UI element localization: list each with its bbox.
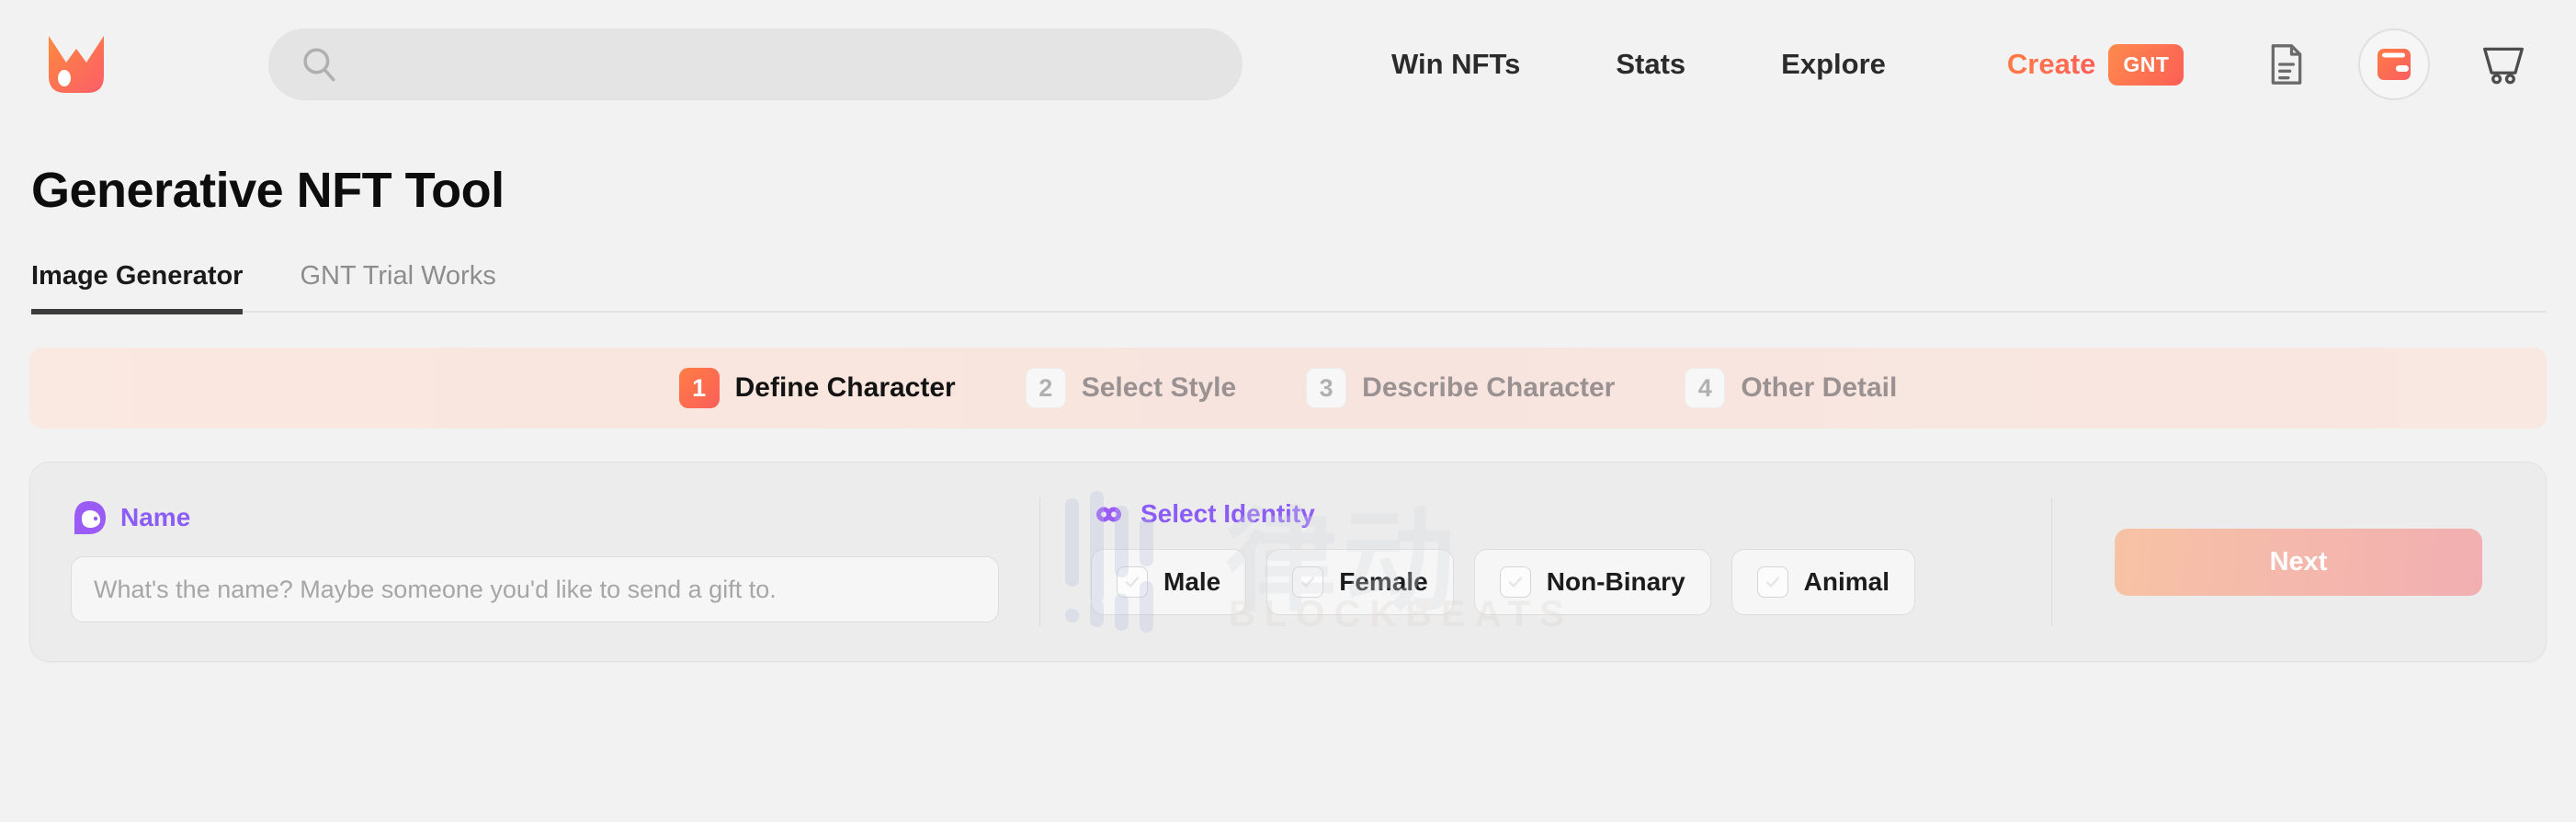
next-button[interactable]: Next [2115, 528, 2482, 596]
step-2-number: 2 [1025, 368, 1066, 408]
avatar-icon [71, 499, 108, 536]
identity-option-animal-label: Animal [1803, 567, 1890, 596]
page-title: Generative NFT Tool [31, 163, 505, 218]
step-3-label: Describe Character [1362, 372, 1616, 403]
check-icon [1299, 573, 1317, 591]
search-icon [300, 45, 338, 84]
infinity-icon [1091, 503, 1128, 525]
step-4-number: 4 [1685, 368, 1726, 408]
step-progress-bar: 1 Define Character 2 Select Style 3 Desc… [29, 348, 2547, 428]
search-input[interactable] [355, 50, 1211, 79]
step-1-define-character[interactable]: 1 Define Character [678, 368, 956, 408]
name-label: Name [120, 503, 191, 531]
create-gnt-button[interactable]: Create GNT [2006, 43, 2184, 86]
wallet-button[interactable] [2358, 29, 2431, 100]
search-bar[interactable] [268, 29, 1243, 100]
identity-option-female-label: Female [1339, 567, 1428, 596]
cart-button[interactable] [2481, 43, 2525, 86]
name-label-group: Name [71, 499, 999, 536]
checkbox-female[interactable] [1292, 566, 1324, 598]
nav-link-win-nfts[interactable]: Win NFTs [1344, 48, 1568, 81]
document-button[interactable] [2266, 42, 2307, 86]
step-1-number: 1 [678, 368, 720, 408]
gnt-badge: GNT [2108, 43, 2184, 86]
tab-bar: Image Generator GNT Trial Works [29, 261, 2547, 314]
identity-label: Select Identity [1140, 499, 1315, 528]
name-input[interactable] [71, 556, 999, 622]
name-pane: Name [30, 462, 1039, 661]
define-character-form: Name Select Identity [29, 462, 2547, 662]
nav-link-explore[interactable]: Explore [1733, 48, 1934, 81]
header-icon-group [2266, 29, 2525, 100]
divider-identity-action [2051, 497, 2052, 626]
step-2-select-style[interactable]: 2 Select Style [1025, 368, 1237, 408]
checkbox-male[interactable] [1117, 566, 1148, 598]
identity-option-non-binary[interactable]: Non-Binary [1473, 549, 1711, 615]
top-header: Win NFTs Stats Explore Create GNT [0, 0, 2576, 129]
step-4-other-detail[interactable]: 4 Other Detail [1685, 368, 1897, 408]
step-2-label: Select Style [1081, 372, 1237, 403]
check-icon [1506, 573, 1525, 591]
identity-option-non-binary-label: Non-Binary [1546, 567, 1685, 596]
identity-option-animal[interactable]: Animal [1731, 549, 1916, 615]
create-label: Create [2006, 48, 2096, 80]
identity-pane: Select Identity Male Female Non-Binary A… [1039, 462, 2051, 661]
identity-option-male[interactable]: Male [1091, 549, 1247, 615]
divider-name-identity [1039, 497, 1040, 626]
checkbox-animal[interactable] [1756, 566, 1788, 598]
cart-icon [2481, 43, 2525, 86]
page-body: Generative NFT Tool Image Generator GNT … [0, 162, 2576, 662]
wallet-icon [2375, 45, 2413, 84]
tab-gnt-trial-works[interactable]: GNT Trial Works [300, 261, 495, 314]
check-icon [1764, 573, 1782, 591]
main-nav: Win NFTs Stats Explore [1344, 48, 1934, 81]
identity-option-male-label: Male [1163, 567, 1221, 596]
identity-option-female[interactable]: Female [1266, 549, 1454, 615]
step-3-number: 3 [1306, 368, 1347, 408]
nav-link-stats[interactable]: Stats [1568, 48, 1733, 81]
document-icon [2266, 42, 2307, 86]
checkbox-non-binary[interactable] [1499, 566, 1531, 598]
step-1-label: Define Character [734, 372, 956, 403]
tab-image-generator[interactable]: Image Generator [31, 261, 244, 314]
check-icon [1123, 573, 1141, 591]
step-4-label: Other Detail [1741, 372, 1898, 403]
identity-label-group: Select Identity [1091, 499, 2051, 529]
wallet-ring [2358, 29, 2431, 100]
identity-options: Male Female Non-Binary Animal [1091, 549, 2051, 615]
brand-logo[interactable] [40, 29, 112, 100]
action-pane: Next [2051, 462, 2546, 661]
step-3-describe-character[interactable]: 3 Describe Character [1306, 368, 1615, 408]
